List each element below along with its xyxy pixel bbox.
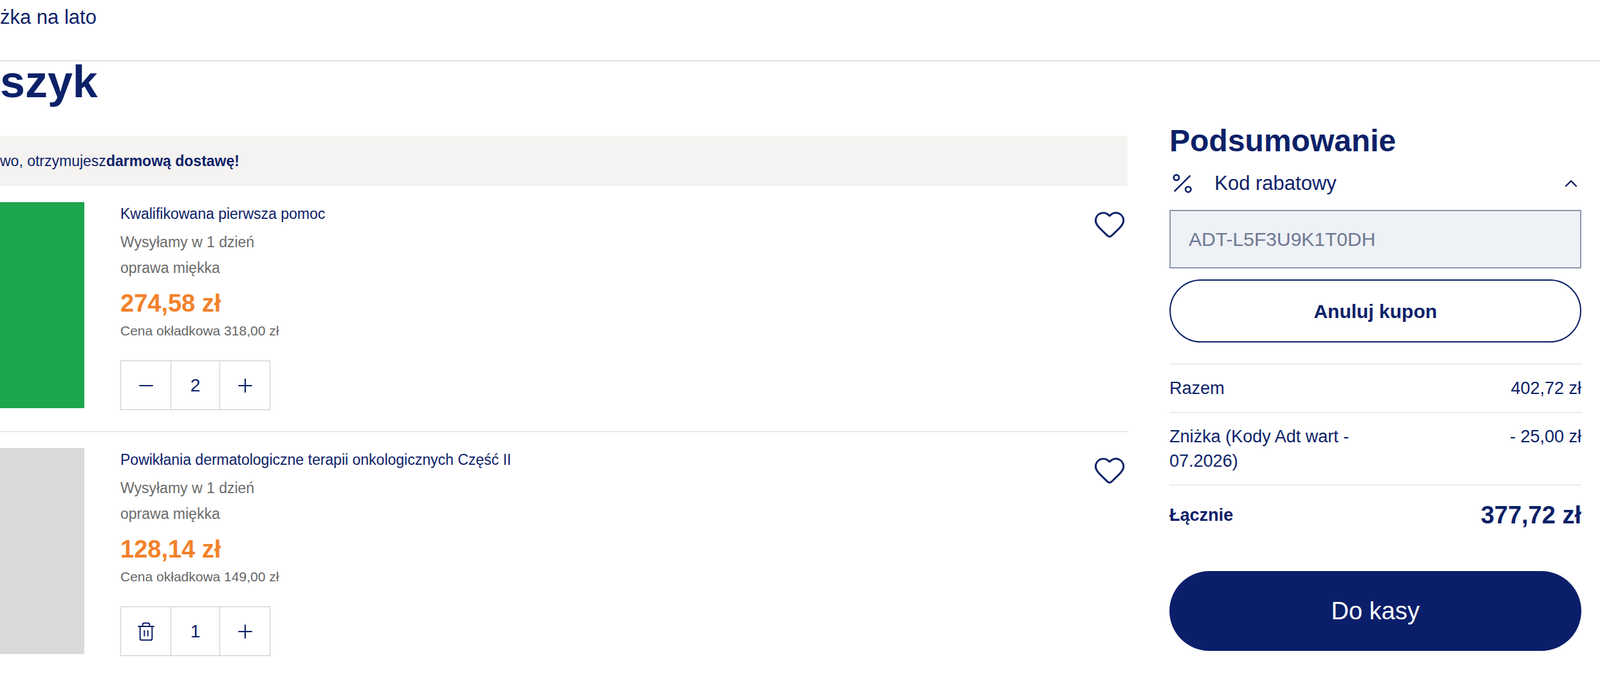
quantity-value[interactable]: 2 — [170, 361, 221, 410]
cart-item: Powikłania dermatologiczne terapii onkol… — [0, 431, 1128, 678]
cart-page: żka na lato szyk wo, otrzymujesz darmową d… — [0, 0, 1600, 685]
quantity-stepper: 2 — [120, 360, 271, 410]
favorite-button[interactable] — [1092, 207, 1127, 241]
item-price: 274,58 zł — [120, 288, 1093, 318]
free-delivery-banner: wo, otrzymujesz darmową dostawę! — [0, 135, 1128, 187]
heart-icon — [1092, 453, 1127, 487]
cover-price: Cena okładkowa 149,00 zł — [120, 567, 1093, 586]
cancel-coupon-button[interactable]: Anuluj kupon — [1169, 279, 1582, 343]
item-title[interactable]: Kwalifikowana pierwsza pomoc — [120, 203, 1093, 224]
book-cover[interactable] — [0, 202, 85, 409]
summary-total: Łącznie377,72 zł — [1169, 485, 1582, 546]
summary-row: Razem402,72 zł — [1169, 364, 1582, 413]
shipping-info: Wysyłamy w 1 dzień — [120, 231, 1093, 253]
quantity-value[interactable]: 1 — [170, 606, 221, 656]
binding-info: oprawa miękka — [120, 503, 1093, 524]
cart-item: Kwalifikowana pierwsza pomoc Wysyłamy w 1… — [0, 186, 1128, 432]
coupon-toggle[interactable]: Kod rabatowy — [1169, 167, 1582, 199]
summary-title: Podsumowanie — [1169, 122, 1582, 159]
percent-icon — [1169, 170, 1196, 197]
checkout-button[interactable]: Do kasy — [1169, 570, 1582, 651]
binding-info: oprawa miękka — [120, 257, 1093, 279]
heart-icon — [1092, 207, 1127, 241]
coupon-input[interactable]: ADT-L5F3U9K1T0DH — [1169, 209, 1582, 269]
cart-items: wo, otrzymujesz darmową dostawę!Kwalifik… — [0, 135, 1128, 678]
chevron-up-icon — [1560, 173, 1582, 194]
page-title: szyk — [0, 55, 1600, 108]
breadcrumb[interactable]: żka na lato — [0, 4, 97, 31]
increase-button[interactable] — [220, 361, 270, 410]
minus-icon — [135, 374, 158, 397]
plus-icon — [234, 620, 257, 643]
item-title[interactable]: Powikłania dermatologiczne terapii onkol… — [120, 449, 1093, 470]
cover-price: Cena okładkowa 318,00 zł — [120, 321, 1093, 340]
summary-row: Zniżka (Kody Adt wart - 07.2026)- 25,00 … — [1169, 412, 1582, 486]
quantity-stepper: 1 — [120, 606, 271, 656]
shipping-info: Wysyłamy w 1 dzień — [120, 477, 1093, 499]
summary-panel: PodsumowanieKod rabatowyADT-L5F3U9K1T0DH… — [1169, 135, 1582, 678]
trash-icon — [135, 621, 157, 642]
favorite-button[interactable] — [1092, 453, 1127, 487]
plus-icon — [234, 374, 257, 397]
item-price: 128,14 zł — [120, 534, 1093, 564]
top-bar: żka na lato — [0, 0, 1600, 62]
decrease-button[interactable] — [120, 361, 171, 410]
book-cover[interactable] — [0, 447, 85, 654]
decrease-button[interactable] — [120, 606, 171, 656]
increase-button[interactable] — [220, 606, 270, 656]
